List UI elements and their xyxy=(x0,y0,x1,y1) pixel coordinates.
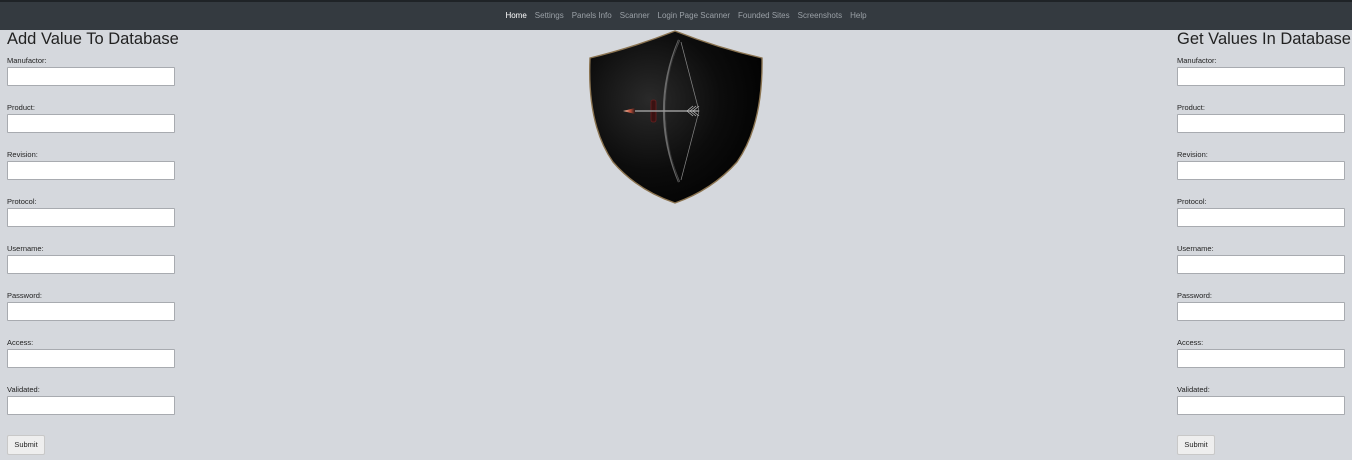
field-validated: Validated: xyxy=(7,385,177,432)
revision-input[interactable] xyxy=(7,161,175,180)
revision-input[interactable] xyxy=(1177,161,1345,180)
field-label: Product: xyxy=(1177,103,1205,112)
add-submit-button[interactable]: Submit xyxy=(7,435,45,455)
nav-link-panels-info[interactable]: Panels Info xyxy=(572,12,612,20)
field-label: Access: xyxy=(1177,338,1204,347)
field-label: Protocol: xyxy=(7,197,37,206)
add-value-form: Add Value To Database Manufactor: Produc… xyxy=(7,30,179,455)
field-label: Access: xyxy=(7,338,34,347)
nav-links: Home Settings Panels Info Scanner Login … xyxy=(505,12,866,20)
field-label: Manufactor: xyxy=(1177,56,1217,65)
field-label: Password: xyxy=(1177,291,1213,300)
top-navbar: Home Settings Panels Info Scanner Login … xyxy=(0,0,1352,30)
field-label: Protocol: xyxy=(1177,197,1207,206)
field-label: Product: xyxy=(7,103,35,112)
nav-link-founded-sites[interactable]: Founded Sites xyxy=(738,12,790,20)
field-label: Revision: xyxy=(1177,150,1208,159)
field-access: Access: xyxy=(1177,338,1347,385)
username-input[interactable] xyxy=(1177,255,1345,274)
field-revision: Revision: xyxy=(7,150,177,197)
field-protocol: Protocol: xyxy=(7,197,177,244)
field-label: Username: xyxy=(7,244,44,253)
get-form-title: Get Values In Database xyxy=(1177,30,1351,48)
get-values-form: Get Values In Database Manufactor: Produ… xyxy=(1177,30,1351,455)
protocol-input[interactable] xyxy=(1177,208,1345,227)
nav-link-scanner[interactable]: Scanner xyxy=(620,12,650,20)
field-label: Validated: xyxy=(7,385,40,394)
product-input[interactable] xyxy=(7,114,175,133)
field-label: Revision: xyxy=(7,150,38,159)
field-protocol: Protocol: xyxy=(1177,197,1347,244)
field-access: Access: xyxy=(7,338,177,385)
shield-bow-arrow-icon xyxy=(587,30,764,205)
field-validated: Validated: xyxy=(1177,385,1347,432)
field-product: Product: xyxy=(7,103,177,150)
field-username: Username: xyxy=(7,244,177,291)
manufactor-input[interactable] xyxy=(7,67,175,86)
field-password: Password: xyxy=(7,291,177,338)
password-input[interactable] xyxy=(1177,302,1345,321)
field-label: Password: xyxy=(7,291,43,300)
field-manufactor: Manufactor: xyxy=(7,56,177,103)
product-input[interactable] xyxy=(1177,114,1345,133)
field-revision: Revision: xyxy=(1177,150,1347,197)
add-form-title: Add Value To Database xyxy=(7,30,179,48)
field-username: Username: xyxy=(1177,244,1347,291)
field-label: Manufactor: xyxy=(7,56,47,65)
manufactor-input[interactable] xyxy=(1177,67,1345,86)
username-input[interactable] xyxy=(7,255,175,274)
nav-link-home[interactable]: Home xyxy=(505,12,526,20)
validated-input[interactable] xyxy=(7,396,175,415)
protocol-input[interactable] xyxy=(7,208,175,227)
field-password: Password: xyxy=(1177,291,1347,338)
field-label: Validated: xyxy=(1177,385,1210,394)
field-manufactor: Manufactor: xyxy=(1177,56,1347,103)
field-label: Username: xyxy=(1177,244,1214,253)
get-submit-button[interactable]: Submit xyxy=(1177,435,1215,455)
nav-link-settings[interactable]: Settings xyxy=(535,12,564,20)
nav-link-login-page-scanner[interactable]: Login Page Scanner xyxy=(658,12,731,20)
field-product: Product: xyxy=(1177,103,1347,150)
password-input[interactable] xyxy=(7,302,175,321)
nav-link-help[interactable]: Help xyxy=(850,12,866,20)
access-input[interactable] xyxy=(7,349,175,368)
access-input[interactable] xyxy=(1177,349,1345,368)
nav-link-screenshots[interactable]: Screenshots xyxy=(798,12,842,20)
validated-input[interactable] xyxy=(1177,396,1345,415)
